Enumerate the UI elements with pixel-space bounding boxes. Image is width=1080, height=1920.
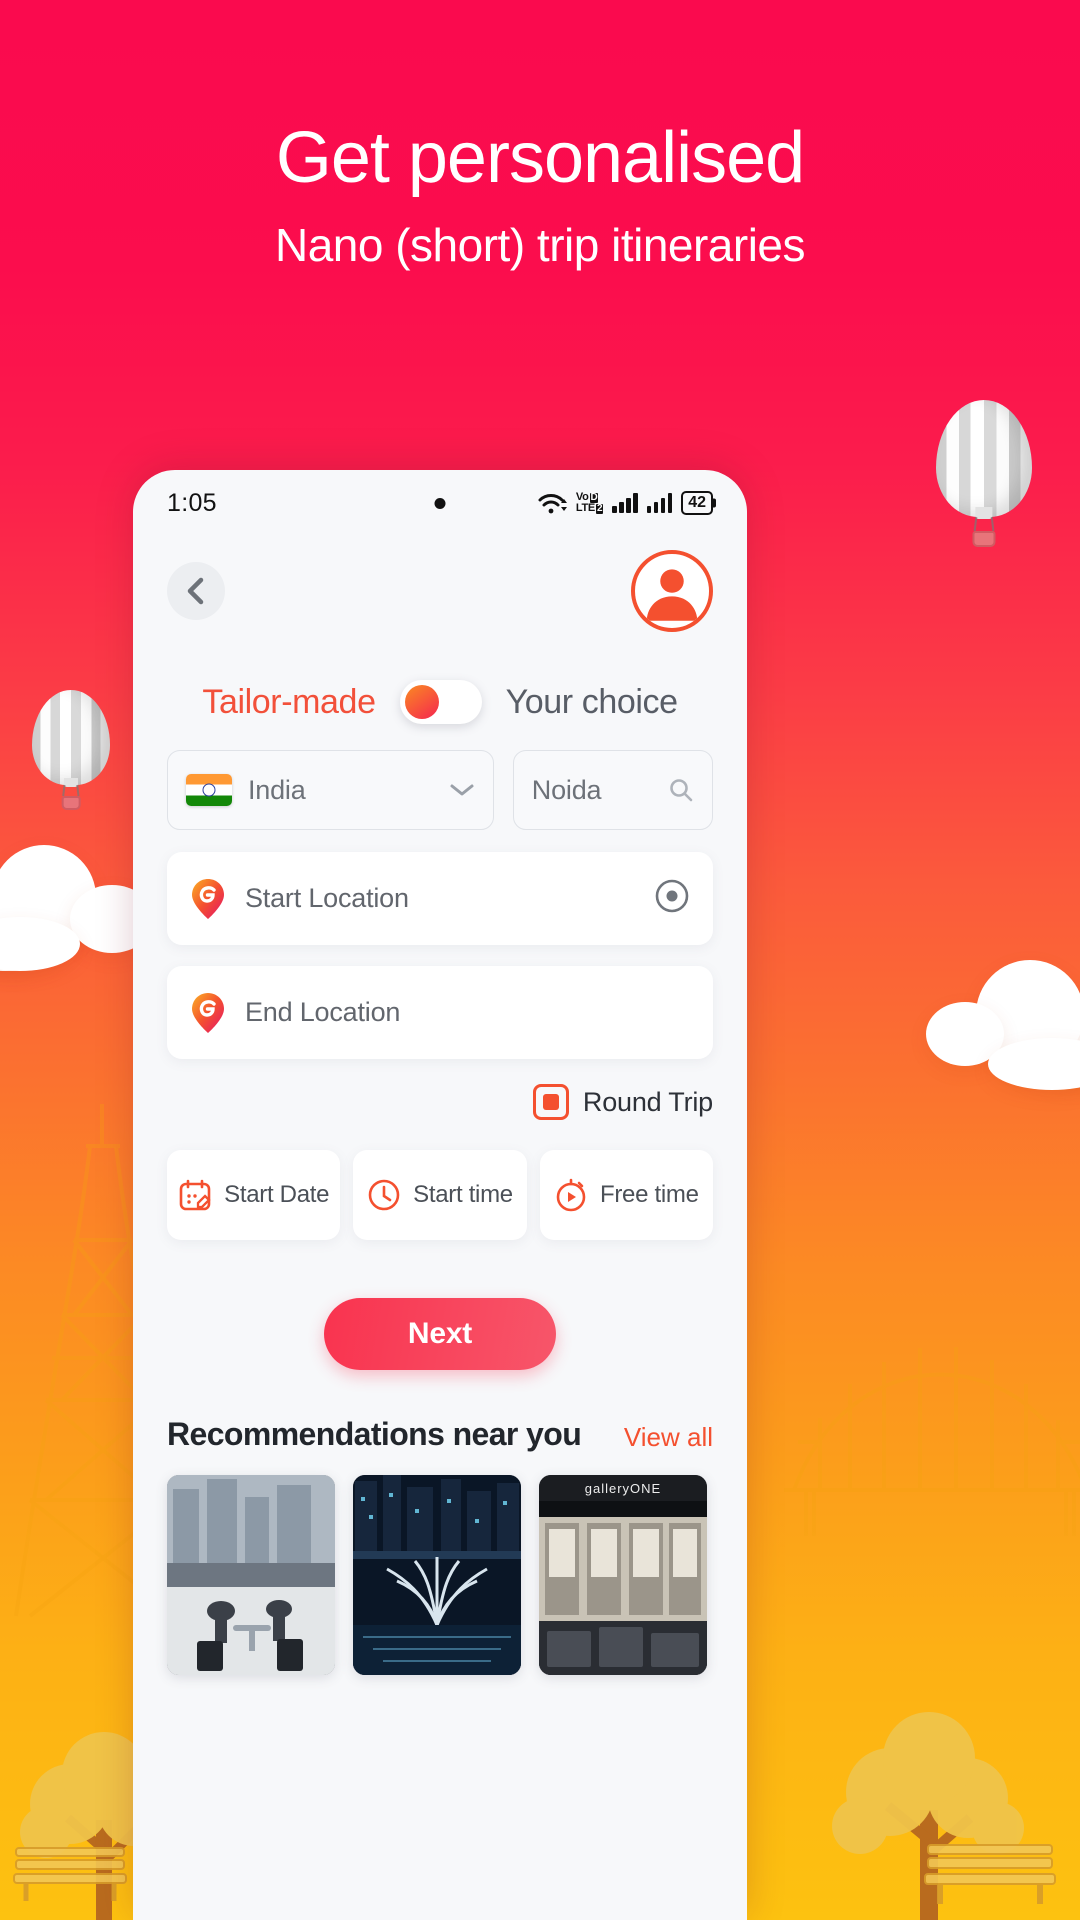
hot-air-balloon-right [936, 400, 1032, 550]
park-bench-right [924, 1844, 1056, 1904]
recommendation-image [167, 1475, 335, 1675]
current-location-icon[interactable] [653, 877, 691, 920]
country-select[interactable]: India [167, 750, 494, 830]
volte-icon: Vo D LTE 2 [575, 491, 604, 514]
back-button[interactable] [167, 562, 225, 620]
signal-bars-icon-sim2 [646, 493, 673, 513]
end-location-placeholder: End Location [245, 997, 401, 1027]
recommendation-caption: galleryONE [584, 1481, 662, 1496]
camera-punchhole-dot [434, 497, 446, 509]
route-inputs: Start Location End Location [133, 830, 747, 1059]
chevron-left-icon [187, 577, 204, 605]
mode-label-tailor-made[interactable]: Tailor-made [202, 683, 376, 722]
locale-row: India Noida [133, 750, 747, 830]
country-value: India [248, 774, 306, 805]
round-trip-checkbox[interactable] [532, 1084, 569, 1120]
phone-mockup: 1:05 Vo D LTE 2 42 Tailor-made Your choi… [133, 470, 747, 1920]
free-time-label: Free time [599, 1181, 699, 1208]
start-date-label: Start Date [224, 1181, 330, 1208]
recommendations-title: Recommendations near you [167, 1416, 582, 1452]
user-avatar-icon [646, 569, 698, 621]
clock-icon [368, 1179, 400, 1211]
recommendation-image [353, 1475, 521, 1675]
battery-icon: 42 [681, 491, 713, 515]
schedule-row: Start Date Start time Free time [133, 1120, 747, 1240]
harbour-bridge-silhouette [784, 1347, 1080, 1536]
start-location-field[interactable]: Start Location [167, 852, 713, 945]
recommendations-list: galleryONE [133, 1453, 747, 1675]
signal-bars-icon-sim1 [612, 493, 638, 513]
calendar-edit-icon [179, 1179, 211, 1211]
promo-headline: Get personalised [275, 118, 805, 198]
stopwatch-play-icon [556, 1178, 586, 1212]
app-header [133, 536, 747, 646]
primary-action-row: Next [133, 1240, 747, 1370]
park-bench-left [13, 1847, 127, 1901]
profile-avatar-button[interactable] [631, 550, 713, 632]
start-time-button[interactable]: Start time [353, 1150, 527, 1240]
recommendations-view-all[interactable]: View all [624, 1422, 713, 1453]
status-time: 1:05 [167, 488, 217, 517]
start-date-button[interactable]: Start Date [167, 1150, 341, 1240]
start-time-label: Start time [413, 1181, 513, 1208]
promo-headline-block: Get personalised Nano (short) trip itine… [0, 122, 1080, 272]
mode-toggle-row: Tailor-made Your choice [133, 646, 747, 750]
city-value: Noida [531, 774, 602, 805]
search-icon[interactable] [668, 777, 694, 803]
recommendation-image [539, 1475, 707, 1675]
mode-toggle-switch[interactable] [399, 680, 482, 724]
mode-label-your-choice[interactable]: Your choice [506, 683, 678, 722]
recommendation-card[interactable] [167, 1475, 335, 1675]
promo-subheadline: Nano (short) trip itineraries [274, 219, 806, 271]
status-bar: 1:05 Vo D LTE 2 42 [133, 470, 747, 536]
city-search-field[interactable]: Noida [512, 750, 713, 830]
hot-air-balloon-left [32, 690, 110, 812]
g-map-pin-icon [192, 992, 224, 1033]
g-map-pin-icon [192, 878, 224, 919]
chevron-down-icon [449, 782, 475, 798]
start-location-placeholder: Start Location [245, 883, 409, 913]
round-trip-toggle[interactable]: Round Trip [133, 1080, 747, 1120]
round-trip-label: Round Trip [582, 1086, 713, 1117]
recommendation-card[interactable] [353, 1475, 521, 1675]
toggle-knob [404, 685, 439, 719]
recommendation-card[interactable]: galleryONE [539, 1475, 707, 1675]
end-location-field[interactable]: End Location [167, 966, 713, 1059]
next-button[interactable]: Next [324, 1298, 556, 1370]
wifi-icon [538, 494, 567, 514]
recommendations-header: Recommendations near you View all [133, 1370, 747, 1453]
free-time-button[interactable]: Free time [539, 1150, 713, 1240]
flag-india-icon [186, 774, 232, 806]
